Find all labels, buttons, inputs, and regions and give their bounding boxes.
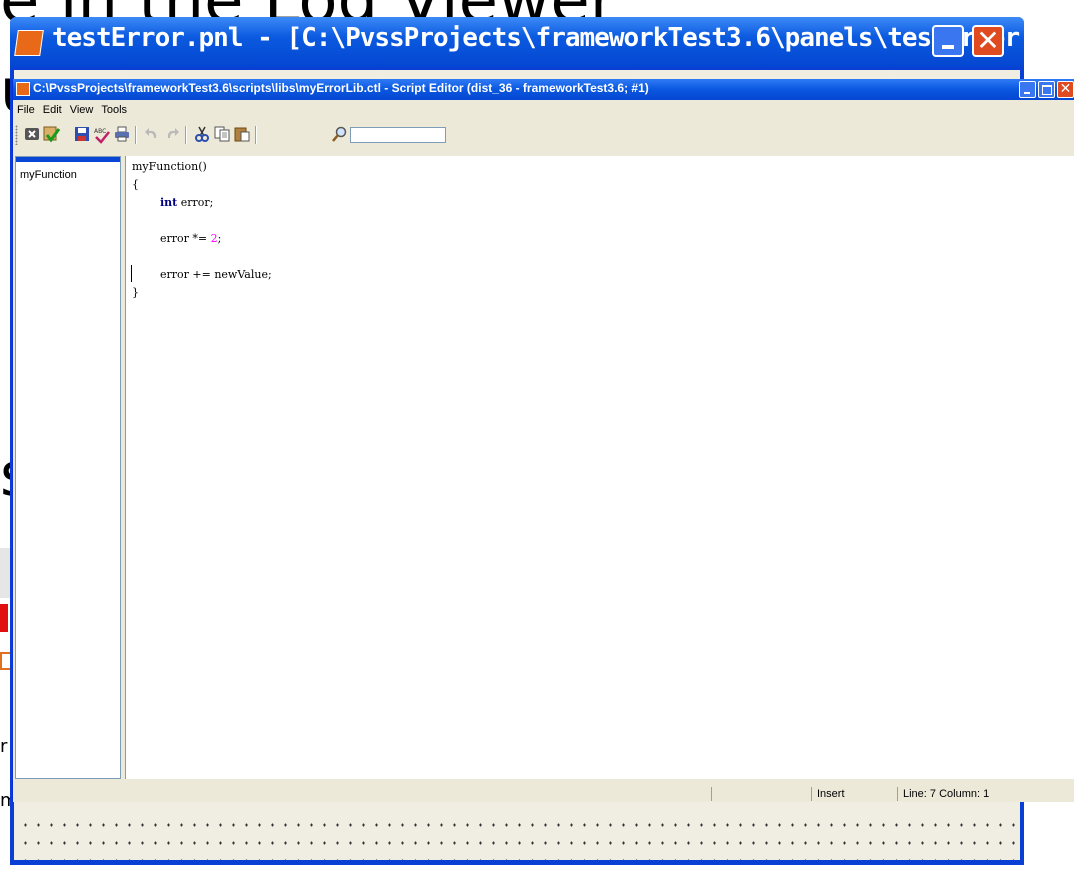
code-line: int error;	[160, 196, 213, 209]
cut-icon[interactable]	[193, 126, 211, 144]
script-editor-app-icon	[16, 82, 30, 96]
slide-decoration	[0, 604, 8, 632]
function-list-item[interactable]: myFunction	[20, 169, 77, 181]
toolbar: ABC	[13, 122, 1074, 148]
code-line: myFunction()	[132, 160, 207, 173]
minimize-button[interactable]	[1019, 81, 1036, 98]
script-editor-titlebar[interactable]: C:\PvssProjects\frameworkTest3.6\scripts…	[13, 79, 1074, 100]
redo-icon[interactable]	[163, 126, 181, 144]
status-bar: Insert Line: 7 Column: 1	[13, 786, 1074, 802]
panel-grid-area[interactable]	[16, 812, 1018, 860]
search-input[interactable]	[350, 127, 446, 143]
code-number: 2	[210, 232, 218, 245]
status-separator	[811, 787, 812, 801]
text-caret	[131, 265, 132, 282]
maximize-button[interactable]	[1038, 81, 1055, 98]
undo-icon[interactable]	[143, 126, 161, 144]
code-line: }	[132, 286, 139, 299]
save-icon[interactable]	[73, 126, 91, 144]
function-list: myFunction	[15, 156, 121, 779]
svg-text:ABC: ABC	[94, 128, 106, 135]
function-list-header	[16, 157, 120, 162]
minimize-button[interactable]	[932, 25, 964, 57]
close-icon: ✕	[1059, 81, 1072, 97]
close-button[interactable]: ✕	[972, 25, 1004, 57]
toolbar-separator	[185, 126, 187, 144]
code-keyword: int	[160, 196, 178, 209]
script-editor-title: C:\PvssProjects\frameworkTest3.6\scripts…	[33, 81, 649, 95]
code-text: error;	[177, 196, 214, 209]
find-icon[interactable]	[331, 126, 349, 144]
code-line: {	[132, 178, 139, 191]
status-mode: Insert	[817, 788, 845, 800]
status-separator	[711, 787, 712, 801]
toolbar-separator	[135, 126, 137, 144]
close-button[interactable]: ✕	[1057, 81, 1074, 98]
print-icon[interactable]	[113, 126, 131, 144]
close-doc-icon[interactable]	[23, 126, 41, 144]
menu-view[interactable]: View	[66, 104, 98, 116]
paste-icon[interactable]	[233, 126, 251, 144]
status-position: Line: 7 Column: 1	[903, 788, 990, 800]
toolbar-separator	[255, 126, 257, 144]
menu-edit[interactable]: Edit	[39, 104, 66, 116]
slide-letter-fragment: r	[0, 736, 8, 757]
code-line: error *= 2;	[160, 232, 221, 245]
toolbar-grip[interactable]	[15, 125, 18, 145]
code-line: error += newValue;	[160, 268, 272, 281]
close-icon: ✕	[976, 24, 1000, 57]
copy-icon[interactable]	[213, 126, 231, 144]
menu-bar: File Edit View Tools	[13, 100, 1074, 120]
menu-file[interactable]: File	[13, 104, 39, 116]
status-separator	[897, 787, 898, 801]
menu-tools[interactable]: Tools	[97, 104, 131, 116]
panel-window-title: testError.pnl - [C:\PvssProjects\framewo…	[52, 23, 1064, 53]
code-text: error *=	[160, 232, 211, 245]
script-editor-window: C:\PvssProjects\frameworkTest3.6\scripts…	[12, 79, 1074, 802]
code-editor[interactable]: myFunction() { int error; error *= 2; er…	[125, 156, 1074, 779]
code-text: ;	[217, 232, 222, 245]
check-icon[interactable]	[43, 126, 61, 144]
panel-app-icon	[14, 30, 44, 56]
spellcheck-icon[interactable]: ABC	[93, 126, 111, 144]
